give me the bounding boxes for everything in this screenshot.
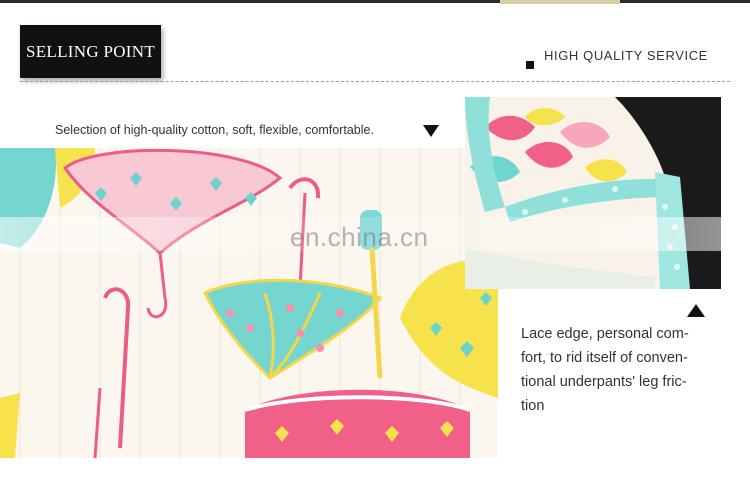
high-quality-service-label: HIGH QUALITY SERVICE bbox=[544, 48, 708, 63]
lace-caption: Lace edge, personal com- fort, to rid it… bbox=[521, 322, 713, 418]
lace-caption-line: tional underpants' leg fric- bbox=[521, 374, 687, 390]
selling-point-badge: SELLING POINT bbox=[20, 25, 161, 78]
fabric-caption: Selection of high-quality cotton, soft, … bbox=[55, 123, 374, 137]
watermark-text: en.china.cn bbox=[290, 222, 429, 252]
lace-caption-line: tion bbox=[521, 398, 545, 414]
square-bullet-icon bbox=[526, 61, 534, 69]
triangle-up-icon bbox=[687, 304, 705, 317]
lace-caption-line: fort, to rid itself of conven- bbox=[521, 350, 688, 366]
top-border bbox=[0, 0, 750, 3]
triangle-down-icon bbox=[423, 125, 439, 137]
top-border-accent bbox=[500, 0, 620, 4]
fabric-closeup-photo bbox=[0, 148, 498, 458]
lace-edge-photo bbox=[465, 97, 721, 289]
dashed-divider bbox=[20, 81, 730, 82]
lace-caption-line: Lace edge, personal com- bbox=[521, 326, 689, 342]
